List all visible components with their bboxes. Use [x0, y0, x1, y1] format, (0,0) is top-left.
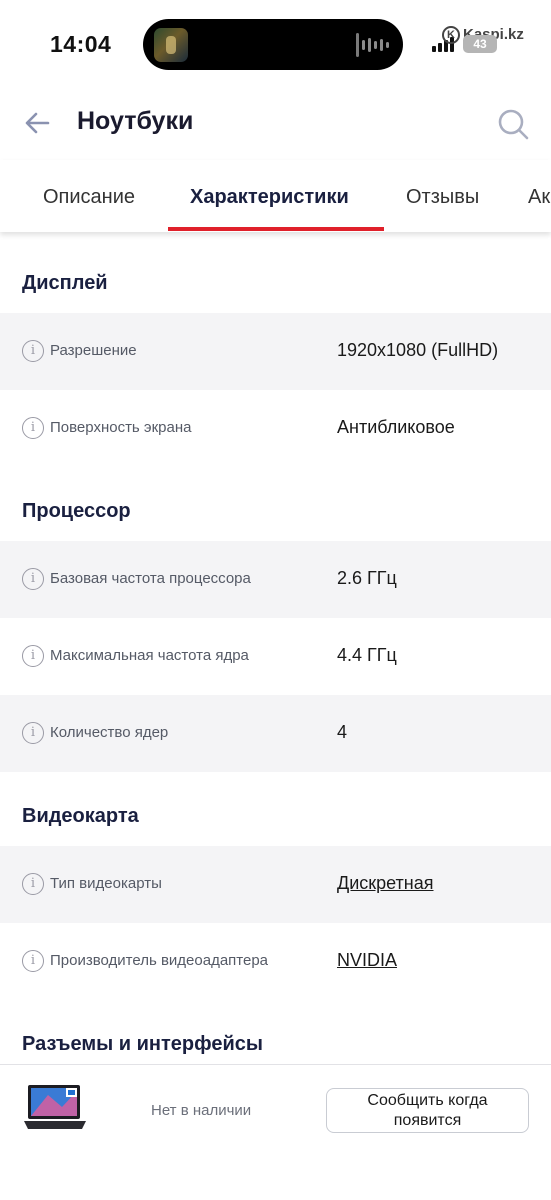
- spec-value-link[interactable]: NVIDIA: [337, 950, 397, 971]
- status-time: 14:04: [50, 31, 112, 57]
- spec-row-base-frequency[interactable]: i Базовая частота процессора 2.6 ГГц: [0, 541, 551, 618]
- audio-waveform-icon: [356, 31, 389, 59]
- tab-reviews[interactable]: Отзывы: [406, 186, 479, 209]
- spec-value: 1920x1080 (FullHD): [337, 340, 499, 360]
- section-title-display: Дисплей: [22, 272, 108, 294]
- info-icon[interactable]: i: [22, 568, 44, 590]
- notify-when-available-button[interactable]: Сообщить когда появится: [326, 1088, 529, 1133]
- search-icon[interactable]: [496, 107, 530, 141]
- section-title-graphics: Видеокарта: [22, 805, 139, 827]
- battery-indicator: 43: [463, 35, 497, 53]
- section-title-ports: Разъемы и интерфейсы: [22, 1033, 263, 1055]
- kaspi-logo-icon: K: [442, 26, 460, 45]
- status-bar: 14:04 KKaspi.kz 43: [0, 0, 551, 90]
- stock-status: Нет в наличии: [151, 1102, 252, 1119]
- spec-row-resolution[interactable]: i Разрешение 1920x1080 (FullHD): [0, 313, 551, 390]
- app-header: Ноутбуки: [0, 90, 551, 160]
- tab-characteristics[interactable]: Характеристики: [190, 186, 349, 209]
- bottom-action-bar: Нет в наличии Сообщить когда появится: [0, 1064, 551, 1200]
- notify-button-line-1: Сообщить когда: [367, 1092, 488, 1109]
- spec-value: 4.4 ГГц: [337, 645, 397, 665]
- info-icon[interactable]: i: [22, 340, 44, 362]
- tab-bar: Описание Характеристики Отзывы Ак: [0, 160, 551, 232]
- info-icon[interactable]: i: [22, 722, 44, 744]
- tab-promotions[interactable]: Ак: [528, 186, 550, 209]
- page-title: Ноутбуки: [77, 107, 194, 135]
- spec-row-max-frequency[interactable]: i Максимальная частота ядра 4.4 ГГц: [0, 618, 551, 695]
- info-icon[interactable]: i: [22, 645, 44, 667]
- info-icon[interactable]: i: [22, 873, 44, 895]
- dynamic-island: [143, 19, 403, 70]
- spec-row-screen-surface[interactable]: i Поверхность экрана Антибликовое: [0, 390, 551, 467]
- specifications-list[interactable]: Дисплей i Разрешение 1920x1080 (FullHD) …: [0, 232, 551, 1062]
- back-arrow-icon[interactable]: [22, 108, 52, 138]
- spec-value-link[interactable]: Дискретная: [337, 873, 434, 894]
- spec-label: Производитель видеоадаптера: [50, 952, 269, 969]
- info-icon[interactable]: i: [22, 417, 44, 439]
- spec-row-gpu-type[interactable]: i Тип видеокарты Дискретная: [0, 846, 551, 923]
- notify-button-line-2: появится: [393, 1112, 462, 1129]
- spec-label: Тип видеокарты: [50, 875, 162, 892]
- now-playing-artwork: [154, 28, 188, 62]
- info-icon[interactable]: i: [22, 950, 44, 972]
- spec-row-gpu-vendor[interactable]: i Производитель видеоадаптера NVIDIA: [0, 923, 551, 1000]
- spec-label: Поверхность экрана: [50, 419, 192, 436]
- product-thumbnail[interactable]: [22, 1083, 88, 1135]
- spec-row-core-count[interactable]: i Количество ядер 4: [0, 695, 551, 772]
- spec-label: Количество ядер: [50, 724, 169, 741]
- spec-label: Максимальная частота ядра: [50, 647, 249, 664]
- spec-value: Антибликовое: [337, 417, 455, 437]
- tab-description[interactable]: Описание: [43, 186, 135, 209]
- spec-value: 2.6 ГГц: [337, 568, 397, 588]
- active-tab-indicator: [168, 227, 384, 231]
- spec-label: Базовая частота процессора: [50, 570, 251, 587]
- spec-value: 4: [337, 722, 348, 742]
- section-title-processor: Процессор: [22, 500, 131, 522]
- spec-label: Разрешение: [50, 342, 137, 359]
